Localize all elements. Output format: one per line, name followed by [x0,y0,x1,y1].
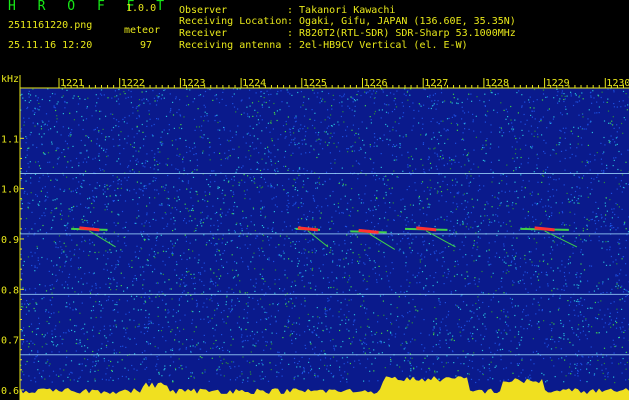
x-tick-label: 1227 [424,78,448,89]
y-tick-label: 1.1 [1,134,19,145]
y-tick-label: 0.9 [1,235,19,246]
y-tick-label: 1.0 [1,185,19,196]
x-tick-label: 1225 [303,78,327,89]
location-value: : Ogaki, Gifu, JAPAN (136.60E, 35.35N) [287,16,516,27]
header-panel: H R O F F T 1.0.0 2511161220.png 25.11.1… [0,0,629,75]
x-tick-label: 1226 [364,78,388,89]
y-tick-label: 0.7 [1,336,19,347]
y-axis-label: kHz [1,74,19,85]
meteor-count: 97 [140,40,153,51]
receiver-key: Receiver [179,28,228,39]
receiver-value: : R820T2(RTL-SDR) SDR-Sharp 53.1000MHz [287,28,516,39]
x-tick-label: 1222 [121,78,145,89]
x-tick-label: 1229 [546,78,570,89]
spectrogram-area [20,88,629,400]
x-tick-label: 1224 [242,78,266,89]
y-tick-label: 0.8 [1,285,19,296]
x-tick-label: 1223 [181,78,205,89]
file-name: 2511161220.png [8,20,93,31]
location-key: Receiving Location [179,16,288,27]
meteor-label: meteor [124,25,161,36]
antenna-value: : 2el-HB9CV Vertical (el. E-W) [287,40,468,51]
x-tick-label: 1221 [60,78,84,89]
observation-time: 25.11.16 12:20 [8,40,93,51]
x-tick-label: 1228 [485,78,509,89]
y-tick-label: 0.6 [1,386,19,397]
antenna-key: Receiving antenna [179,40,282,51]
app-version: 1.0.0 [126,3,157,14]
